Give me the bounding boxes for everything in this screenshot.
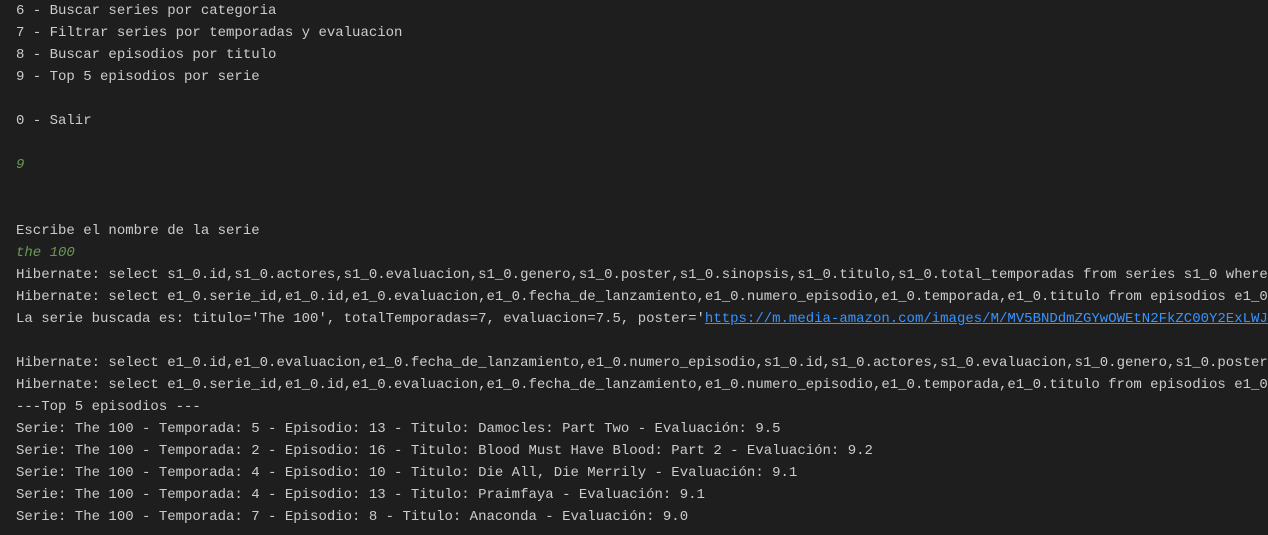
hibernate-query-4: Hibernate: select e1_0.serie_id,e1_0.id,… (16, 374, 1252, 396)
top5-episode-1: Serie: The 100 - Temporada: 5 - Episodio… (16, 418, 1252, 440)
top5-episode-3: Serie: The 100 - Temporada: 4 - Episodio… (16, 462, 1252, 484)
blank-line (16, 198, 1252, 220)
top5-header: ---Top 5 episodios --- (16, 396, 1252, 418)
series-result-prefix: La serie buscada es: titulo='The 100', t… (16, 308, 705, 330)
blank-line (16, 132, 1252, 154)
prompt-series-name: Escribe el nombre de la serie (16, 220, 1252, 242)
hibernate-query-3: Hibernate: select e1_0.id,e1_0.evaluacio… (16, 352, 1252, 374)
menu-option-7: 7 - Filtrar series por temporadas y eval… (16, 22, 1252, 44)
menu-option-8: 8 - Buscar episodios por titulo (16, 44, 1252, 66)
menu-option-6: 6 - Buscar series por categoria (16, 0, 1252, 22)
hibernate-query-1: Hibernate: select s1_0.id,s1_0.actores,s… (16, 264, 1252, 286)
top5-episode-5: Serie: The 100 - Temporada: 7 - Episodio… (16, 506, 1252, 528)
user-series-input: the 100 (16, 242, 1252, 264)
blank-line (16, 176, 1252, 198)
top5-episode-4: Serie: The 100 - Temporada: 4 - Episodio… (16, 484, 1252, 506)
menu-option-9: 9 - Top 5 episodios por serie (16, 66, 1252, 88)
hibernate-query-2: Hibernate: select e1_0.serie_id,e1_0.id,… (16, 286, 1252, 308)
menu-option-0: 0 - Salir (16, 110, 1252, 132)
series-result-line: La serie buscada es: titulo='The 100', t… (16, 308, 1252, 330)
poster-url-link[interactable]: https://m.media-amazon.com/images/M/MV5B… (705, 308, 1268, 330)
blank-line (16, 330, 1252, 352)
top5-episode-2: Serie: The 100 - Temporada: 2 - Episodio… (16, 440, 1252, 462)
blank-line (16, 88, 1252, 110)
user-menu-choice: 9 (16, 154, 1252, 176)
terminal-output[interactable]: 6 - Buscar series por categoria 7 - Filt… (0, 0, 1268, 535)
